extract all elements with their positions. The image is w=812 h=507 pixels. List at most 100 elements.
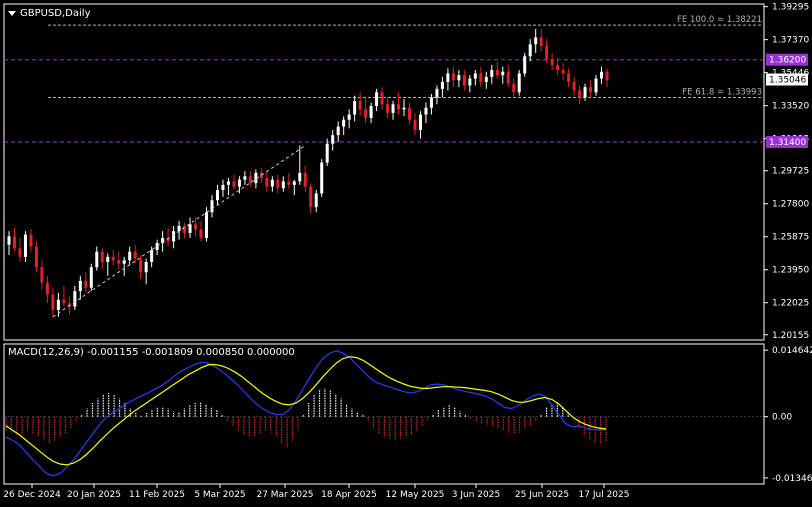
candle-bull bbox=[172, 231, 176, 242]
candle-bear bbox=[199, 229, 203, 238]
date-axis-label: 26 Dec 2024 bbox=[3, 490, 61, 500]
macd-axis-label: 0.00 bbox=[772, 413, 792, 423]
horizontal-level-label: 1.36200 bbox=[769, 56, 806, 66]
candle-bull bbox=[435, 88, 439, 98]
candle-bull bbox=[501, 71, 505, 76]
candle-bear bbox=[572, 82, 576, 91]
candle-bear bbox=[358, 100, 362, 110]
candle-bull bbox=[594, 78, 598, 93]
candle-bear bbox=[265, 178, 269, 187]
candle-bear bbox=[512, 83, 516, 93]
candle-bear bbox=[578, 90, 582, 98]
date-axis-label: 25 Jun 2025 bbox=[515, 490, 569, 500]
candle-bull bbox=[446, 73, 450, 82]
candle-bear bbox=[451, 73, 455, 81]
price-axis-label: 1.37370 bbox=[772, 36, 809, 46]
candle-bear bbox=[139, 258, 143, 273]
date-axis-label: 5 Mar 2025 bbox=[194, 490, 245, 500]
candle-bear bbox=[545, 46, 549, 60]
candle-bear bbox=[34, 246, 38, 268]
date-axis-label: 12 May 2025 bbox=[386, 490, 445, 500]
candle-bull bbox=[484, 76, 488, 82]
candle-bear bbox=[51, 294, 55, 310]
candle-bull bbox=[440, 82, 444, 89]
candle-bull bbox=[473, 73, 477, 79]
candle-bear bbox=[413, 119, 417, 130]
candle-bull bbox=[122, 260, 126, 264]
candle-bull bbox=[210, 200, 214, 213]
candle-bull bbox=[281, 181, 285, 189]
chart-canvas: 1.392951.373701.354461.335201.315951.297… bbox=[0, 0, 812, 503]
candle-bull bbox=[314, 193, 318, 208]
candle-bear bbox=[29, 234, 33, 247]
candle-bull bbox=[429, 97, 433, 108]
dropdown-triangle-icon[interactable] bbox=[8, 10, 16, 16]
candle-bull bbox=[298, 172, 302, 182]
candle-bull bbox=[583, 87, 587, 98]
candle-bear bbox=[550, 59, 554, 65]
candle-bull bbox=[177, 226, 181, 232]
candle-bull bbox=[457, 75, 461, 81]
candle-bull bbox=[204, 212, 209, 238]
candle-bear bbox=[462, 75, 466, 86]
candle-bull bbox=[215, 190, 219, 201]
candle-bear bbox=[364, 109, 368, 118]
price-axis-label: 1.33520 bbox=[772, 102, 809, 112]
candle-bear bbox=[589, 87, 593, 93]
date-axis-label: 17 Jul 2025 bbox=[579, 490, 630, 500]
price-axis-label: 1.27800 bbox=[772, 200, 809, 210]
candle-bull bbox=[353, 100, 357, 115]
date-axis-label: 3 Jun 2025 bbox=[452, 490, 500, 500]
price-axis-label: 1.22025 bbox=[772, 299, 809, 309]
candle-bear bbox=[605, 71, 609, 81]
candle-bull bbox=[226, 181, 230, 185]
price-axis-label: 1.25875 bbox=[772, 233, 809, 243]
candle-bull bbox=[490, 70, 494, 77]
candle-bull bbox=[325, 143, 329, 163]
candle-bear bbox=[309, 186, 313, 208]
candle-bear bbox=[380, 92, 384, 105]
candle-bear bbox=[248, 176, 252, 184]
horizontal-level-label: 1.31400 bbox=[769, 138, 806, 148]
candle-bull bbox=[320, 162, 324, 194]
candle-bull bbox=[523, 56, 527, 74]
candle-bull bbox=[292, 181, 296, 185]
candle-bear bbox=[506, 71, 510, 84]
candle-bear bbox=[479, 73, 483, 82]
candle-bull bbox=[89, 267, 93, 288]
price-axis-label: 1.20155 bbox=[772, 331, 809, 341]
candle-bear bbox=[117, 260, 121, 264]
date-axis-label: 20 Jan 2025 bbox=[67, 490, 121, 500]
fibo-level-label: FE 100.0 = 1.38221 bbox=[677, 15, 762, 25]
macd-axis-label: 0.014642 bbox=[772, 346, 812, 356]
candle-bear bbox=[18, 248, 22, 257]
candle-bull bbox=[534, 37, 538, 45]
candle-bear bbox=[556, 64, 560, 70]
current-price-label: 1.35046 bbox=[769, 75, 806, 85]
candle-bear bbox=[12, 236, 16, 249]
candle-bull bbox=[402, 107, 406, 110]
candle-bull bbox=[56, 299, 60, 310]
candle-bull bbox=[528, 44, 532, 57]
candle-bull bbox=[78, 280, 82, 292]
candle-bull bbox=[468, 78, 472, 86]
candle-bear bbox=[40, 267, 44, 283]
candle-bull bbox=[369, 106, 373, 118]
candle-bear bbox=[407, 107, 412, 120]
candle-bull bbox=[424, 107, 428, 115]
candle-bear bbox=[62, 299, 66, 304]
candle-bear bbox=[386, 104, 390, 113]
candle-bull bbox=[150, 250, 154, 262]
price-axis-label: 1.29725 bbox=[772, 167, 809, 177]
date-axis-label: 27 Mar 2025 bbox=[256, 490, 313, 500]
candle-bull bbox=[73, 291, 77, 307]
date-axis-label: 11 Feb 2025 bbox=[129, 490, 185, 500]
candle-bear bbox=[183, 226, 187, 233]
candle-bear bbox=[100, 251, 104, 262]
candle-bear bbox=[397, 104, 401, 110]
candle-bear bbox=[561, 70, 565, 74]
candle-bear bbox=[111, 256, 115, 261]
candle-bear bbox=[276, 179, 280, 189]
candle-bull bbox=[336, 126, 340, 136]
candle-bear bbox=[495, 70, 499, 76]
